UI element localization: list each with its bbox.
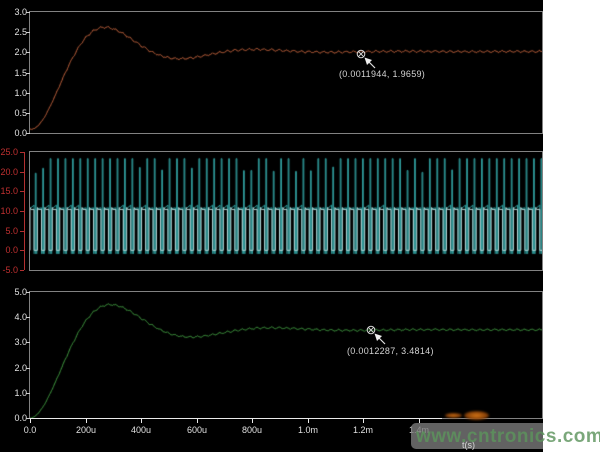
y-tick-mark: [20, 191, 24, 192]
x-tick-mark: [197, 419, 198, 423]
y-tick-label: 0.0: [0, 245, 18, 255]
y-tick-label: 1.5: [0, 68, 27, 78]
y-tick-label: 0.5: [0, 108, 27, 118]
annotation-bottom-label: (0.0012287, 3.4814): [347, 346, 434, 356]
y-tick-mark: [20, 211, 24, 212]
orange-artifact-icon: [464, 411, 489, 420]
y-tick-mark: [26, 133, 30, 134]
y-tick-mark: [26, 342, 30, 343]
x-tick-mark: [363, 419, 364, 423]
y-tick-label: 10.0: [0, 206, 18, 216]
mouse-cursor-icon: [372, 331, 388, 347]
y-tick-mark: [20, 152, 24, 153]
x-tick-label: 1.0m: [288, 425, 328, 435]
annotation-top-label: (0.0011944, 1.9659): [339, 69, 425, 79]
y-tick-mark: [26, 52, 30, 53]
y-tick-mark: [26, 393, 30, 394]
y-tick-label: 5.0: [0, 287, 27, 297]
y-tick-label: 3.0: [0, 337, 27, 347]
y-tick-label: 1.0: [0, 388, 27, 398]
x-tick-label: 0.0: [10, 425, 50, 435]
x-tick-mark: [86, 419, 87, 423]
x-tick-label: 600u: [177, 425, 217, 435]
y-tick-label: 25.0: [0, 147, 18, 157]
x-tick-mark: [141, 419, 142, 423]
y-tick-mark: [26, 73, 30, 74]
y-tick-label: 1.0: [0, 88, 27, 98]
y-tick-mark: [26, 93, 30, 94]
y-tick-label: 2.0: [0, 47, 27, 57]
y-tick-mark: [20, 231, 24, 232]
page: 3.0 2.5 2.0 1.5 1.0 0.5 0.0 25.0 20.0 15.0 10.0 5.0…: [0, 0, 600, 452]
y-tick-label: 15.0: [0, 186, 18, 196]
y-tick-label: 0.0: [0, 413, 27, 423]
y-tick-label: 20.0: [0, 167, 18, 177]
x-tick-label: 1.2m: [343, 425, 383, 435]
y-tick-label: 2.5: [0, 27, 27, 37]
x-tick-label: 400u: [121, 425, 161, 435]
y-tick-label: 0.0: [0, 128, 27, 138]
waveform-screenshot: 3.0 2.5 2.0 1.5 1.0 0.5 0.0 25.0 20.0 15.0 10.0 5.0…: [0, 0, 543, 452]
y-tick-label: 3.0: [0, 7, 27, 17]
y-tick-label: -5.0: [0, 265, 18, 275]
watermark-text-main: www.cntronics: [416, 426, 557, 447]
y-tick-mark: [20, 270, 24, 271]
x-tick-mark: [252, 419, 253, 423]
top-trace-canvas: [30, 12, 542, 133]
y-tick-mark: [20, 250, 24, 251]
y-tick-mark: [26, 317, 30, 318]
x-axis-line: [30, 418, 442, 419]
middle-panel-y-axis-line: [24, 152, 25, 270]
middle-trace-canvas: [30, 152, 542, 270]
x-tick-mark: [308, 419, 309, 423]
y-tick-label: 4.0: [0, 312, 27, 322]
watermark-text: www.cntronics.com: [416, 426, 600, 448]
x-tick-label: 800u: [232, 425, 272, 435]
x-tick-mark: [30, 419, 31, 423]
y-tick-label: 5.0: [0, 226, 18, 236]
y-tick-mark: [26, 113, 30, 114]
y-tick-mark: [26, 292, 30, 293]
watermark-text-suffix: .com: [557, 426, 600, 447]
orange-artifact-icon: [445, 413, 462, 418]
y-tick-label: 2.0: [0, 363, 27, 373]
y-tick-mark: [20, 172, 24, 173]
bottom-trace-canvas: [30, 292, 542, 418]
x-tick-label: 200u: [66, 425, 106, 435]
y-tick-mark: [26, 12, 30, 13]
y-tick-mark: [26, 32, 30, 33]
y-tick-mark: [26, 368, 30, 369]
